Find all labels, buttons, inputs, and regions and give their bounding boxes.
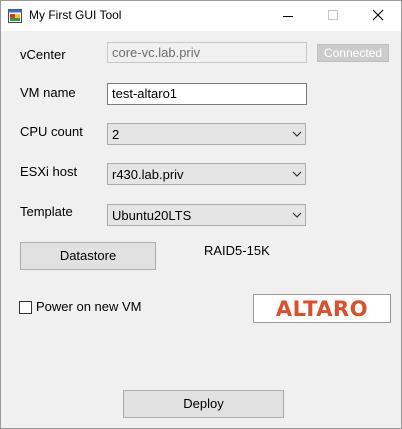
esxi-host-value: r430.lab.priv xyxy=(112,167,184,182)
close-button[interactable] xyxy=(355,1,400,31)
close-icon xyxy=(372,9,384,21)
deploy-button[interactable]: Deploy xyxy=(123,390,284,418)
esxi-host-label: ESXi host xyxy=(20,164,78,179)
datastore-value: RAID5-15K xyxy=(204,243,270,258)
cpu-count-select[interactable]: 2 xyxy=(107,123,306,145)
template-select[interactable]: Ubuntu20LTS xyxy=(107,204,306,226)
chevron-down-icon xyxy=(292,171,302,177)
template-label: Template xyxy=(20,204,73,219)
vcenter-label: vCenter xyxy=(20,47,66,62)
app-icon xyxy=(8,9,22,23)
cpu-count-label: CPU count xyxy=(20,124,83,139)
altaro-logo-text: ALTARO xyxy=(275,297,369,321)
vm-name-label: VM name xyxy=(20,85,76,100)
form-area: vCenter core-vc.lab.priv Connected VM na… xyxy=(1,31,401,428)
title-bar[interactable]: My First GUI Tool xyxy=(1,1,401,31)
app-window: My First GUI Tool vCenter core-vc.lab.pr… xyxy=(0,0,402,429)
power-on-checkbox[interactable] xyxy=(19,301,32,314)
chevron-down-icon xyxy=(292,131,302,137)
window-title: My First GUI Tool xyxy=(29,8,122,22)
altaro-logo: ALTARO xyxy=(253,294,391,323)
maximize-button xyxy=(310,1,355,31)
chevron-down-icon xyxy=(292,212,302,218)
vm-name-field[interactable]: test-altaro1 xyxy=(107,83,307,105)
connected-button: Connected xyxy=(317,44,389,62)
template-value: Ubuntu20LTS xyxy=(112,208,192,223)
esxi-host-select[interactable]: r430.lab.priv xyxy=(107,163,306,185)
minimize-button[interactable] xyxy=(265,1,310,31)
minimize-icon xyxy=(283,16,293,17)
power-on-label[interactable]: Power on new VM xyxy=(36,299,142,314)
cpu-count-value: 2 xyxy=(112,127,120,142)
maximize-icon xyxy=(328,10,338,20)
datastore-button[interactable]: Datastore xyxy=(20,242,156,270)
vcenter-field: core-vc.lab.priv xyxy=(107,42,307,63)
